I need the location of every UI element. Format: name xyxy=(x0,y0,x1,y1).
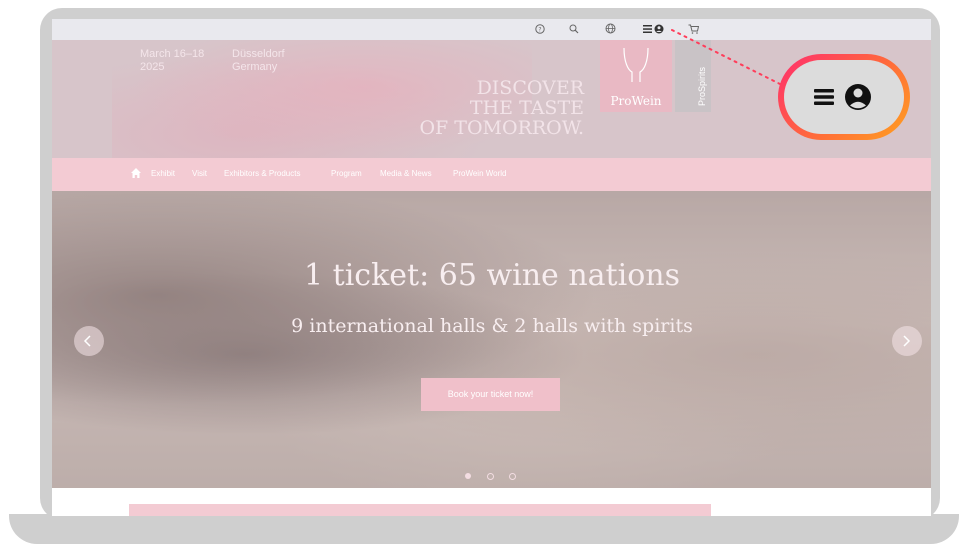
wine-glass-icon xyxy=(623,48,649,82)
prowein-logo[interactable]: ProWein xyxy=(600,40,672,112)
nav-item-exhibitors-products[interactable]: Exhibitors & Products xyxy=(224,168,300,180)
nav-item-exhibit[interactable]: Exhibit xyxy=(151,168,175,180)
laptop-base xyxy=(9,514,959,544)
cart-icon[interactable] xyxy=(686,21,700,37)
hero-carousel: 1 ticket: 65 wine nations 9 internationa… xyxy=(52,191,931,488)
carousel-dot-3[interactable] xyxy=(509,473,516,480)
nav-item-prowein-world[interactable]: ProWein World xyxy=(453,168,507,180)
nav-item-visit[interactable]: Visit xyxy=(192,168,207,180)
nav-item-program[interactable]: Program xyxy=(331,168,362,180)
tagline-line-3: OF TOMORROW. xyxy=(419,117,584,139)
carousel-prev-button[interactable] xyxy=(74,326,104,356)
tagline-line-2: THE TASTE xyxy=(469,97,584,119)
prowein-label: ProWein xyxy=(610,94,662,108)
svg-text:?: ? xyxy=(538,27,541,34)
hero-subtitle: 9 international halls & 2 halls with spi… xyxy=(291,315,693,337)
tagline: DISCOVER THE TASTE OF TOMORROW. xyxy=(364,78,584,138)
carousel-dot-1[interactable] xyxy=(465,473,471,479)
tagline-line-1: DISCOVER xyxy=(476,77,584,99)
content-section-strip xyxy=(129,504,711,516)
utility-bar: ? xyxy=(52,19,931,40)
search-icon[interactable] xyxy=(567,21,581,37)
menu-account-icon[interactable] xyxy=(642,21,668,37)
event-date: March 16–18 2025 xyxy=(140,48,205,73)
book-ticket-button[interactable]: Book your ticket now! xyxy=(421,378,560,411)
carousel-dot-2[interactable] xyxy=(487,473,494,480)
menu-account-icon-zoomed[interactable] xyxy=(814,81,874,113)
zoom-callout xyxy=(778,54,910,140)
hero-title: 1 ticket: 65 wine nations xyxy=(304,258,680,293)
globe-icon[interactable] xyxy=(603,21,617,37)
event-location: Düsseldorf Germany xyxy=(232,48,285,73)
prospirits-label: ProSpirits xyxy=(697,66,707,106)
carousel-next-button[interactable] xyxy=(892,326,922,356)
nav-item-media-news[interactable]: Media & News xyxy=(380,168,432,180)
prospirits-logo[interactable]: ProSpirits xyxy=(675,40,711,112)
chevron-right-icon xyxy=(903,335,911,347)
hero-photo-overlay xyxy=(52,191,931,488)
help-icon[interactable]: ? xyxy=(533,21,547,37)
main-nav: Exhibit Visit Exhibitors & Products Prog… xyxy=(52,158,931,191)
chevron-left-icon xyxy=(83,335,91,347)
home-icon[interactable] xyxy=(130,166,142,180)
zoom-callout-inner xyxy=(784,60,904,134)
